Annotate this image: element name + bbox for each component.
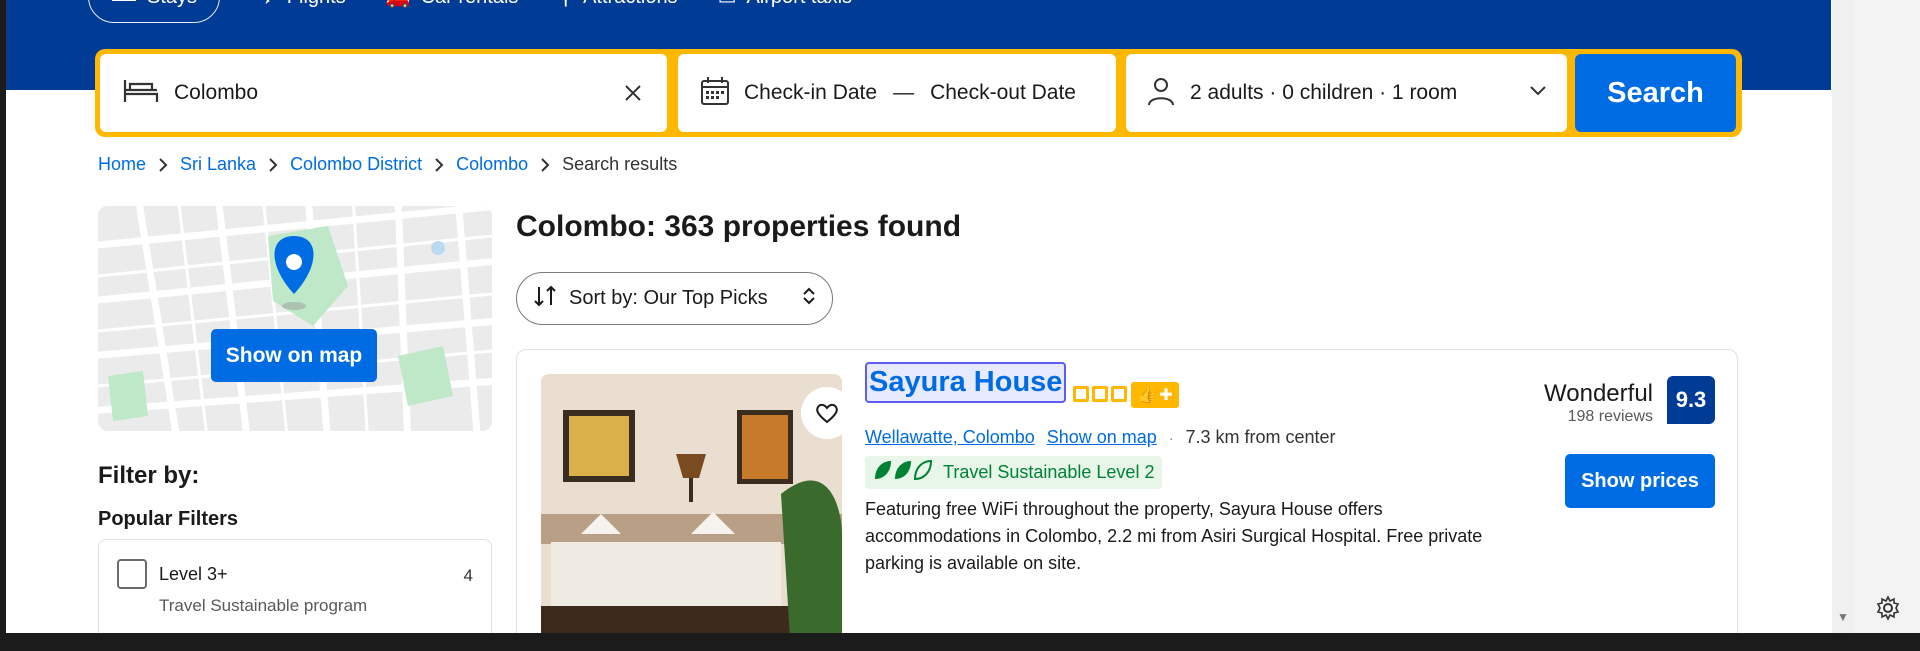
breadcrumb-home[interactable]: Home bbox=[98, 154, 146, 175]
star-rating bbox=[1073, 386, 1127, 402]
review-count[interactable]: 198 reviews bbox=[1568, 408, 1653, 426]
map-preview[interactable]: Show on map bbox=[98, 206, 492, 431]
nav-item-label: Airport taxis bbox=[746, 0, 852, 9]
plus-icon: ✚ bbox=[1159, 387, 1173, 404]
filter-heading: Filter by: bbox=[98, 462, 200, 489]
star-icon bbox=[1073, 386, 1089, 402]
leaf-icon bbox=[873, 459, 933, 486]
star-icon bbox=[1092, 386, 1108, 402]
filter-count: 4 bbox=[463, 566, 473, 585]
checkin-date[interactable]: Check-in Date bbox=[744, 81, 877, 105]
sort-arrows-icon bbox=[533, 285, 557, 313]
show-prices-button[interactable]: Show prices bbox=[1565, 454, 1715, 508]
search-bar: Colombo Check-in Date — Check-out Date 2… bbox=[95, 49, 1742, 137]
chevron-right-icon bbox=[268, 157, 278, 172]
calendar-icon bbox=[700, 76, 730, 111]
location-link[interactable]: Wellawatte, Colombo bbox=[865, 427, 1035, 448]
show-on-map-link[interactable]: Show on map bbox=[1047, 427, 1157, 448]
property-photo[interactable] bbox=[541, 374, 842, 651]
filter-checkbox[interactable] bbox=[117, 559, 147, 589]
bed-icon bbox=[122, 76, 160, 111]
bed-icon bbox=[111, 0, 137, 10]
chevron-right-icon bbox=[434, 157, 444, 172]
nav-item-label: Car rentals bbox=[421, 0, 519, 9]
property-name-link[interactable]: Sayura House bbox=[865, 362, 1067, 403]
nav-item-airport-taxis[interactable]: ▭ Airport taxis bbox=[718, 0, 853, 10]
popular-filters-heading: Popular Filters bbox=[98, 508, 239, 530]
room-illustration bbox=[541, 374, 842, 651]
breadcrumb: Home Sri Lanka Colombo District Colombo … bbox=[98, 154, 677, 175]
thumbs-up-icon: 👍 bbox=[1137, 387, 1158, 404]
nav-item-attractions[interactable]: ⚲ Attractions bbox=[558, 0, 677, 10]
date-field[interactable]: Check-in Date — Check-out Date bbox=[678, 54, 1116, 132]
show-on-map-button[interactable]: Show on map bbox=[211, 329, 377, 382]
breadcrumb-current: Search results bbox=[562, 154, 678, 174]
taxi-icon: ▭ bbox=[718, 0, 737, 10]
scroll-down-arrow-icon[interactable]: ▼ bbox=[1836, 610, 1850, 624]
date-range: Check-in Date — Check-out Date bbox=[744, 81, 1076, 105]
date-separator: — bbox=[893, 81, 915, 104]
preferred-partner-badge: 👍 ✚ bbox=[1131, 382, 1179, 408]
sort-dropdown[interactable]: Sort by: Our Top Picks bbox=[516, 272, 833, 325]
filter-sublabel: Travel Sustainable program bbox=[159, 596, 368, 615]
nav-item-flights[interactable]: ✈ Flights bbox=[260, 0, 346, 10]
clear-icon[interactable] bbox=[621, 81, 645, 105]
person-icon bbox=[1146, 76, 1176, 111]
chevron-right-icon bbox=[540, 157, 550, 172]
separator-dot: · bbox=[1168, 429, 1174, 446]
destination-value[interactable]: Colombo bbox=[174, 81, 621, 105]
nav-item-label: Flights bbox=[287, 0, 346, 9]
car-icon: 🚗 bbox=[386, 0, 411, 10]
occupancy-value: 2 adults · 0 children · 1 room bbox=[1190, 81, 1458, 104]
nav-item-label: Attractions bbox=[583, 0, 677, 9]
star-icon bbox=[1111, 386, 1127, 402]
rating-word: Wonderful bbox=[1544, 380, 1653, 407]
chevron-up-down-icon bbox=[802, 286, 816, 312]
results-title: Colombo: 363 properties found bbox=[516, 210, 962, 243]
location-row: Wellawatte, Colombo Show on map · 7.3 km… bbox=[865, 427, 1336, 448]
property-description: Featuring free WiFi throughout the prope… bbox=[865, 499, 1483, 573]
filter-label[interactable]: Level 3+ bbox=[159, 564, 228, 585]
review-score-badge: 9.3 bbox=[1667, 376, 1715, 424]
checkout-date[interactable]: Check-out Date bbox=[930, 81, 1076, 105]
map-illustration bbox=[98, 206, 492, 431]
occupancy-field[interactable]: 2 adults · 0 children · 1 room bbox=[1126, 54, 1567, 132]
plane-icon: ✈ bbox=[260, 0, 277, 10]
window-edge bbox=[0, 0, 6, 633]
property-card: Sayura House 👍 ✚ Wellawatte, Colombo Sho… bbox=[516, 349, 1738, 651]
sort-label: Sort by: Our Top Picks bbox=[569, 287, 768, 309]
sustainability-badge[interactable]: Travel Sustainable Level 2 bbox=[865, 456, 1163, 489]
search-button[interactable]: Search bbox=[1575, 54, 1736, 132]
product-nav: Stays ✈ Flights 🚗 Car rentals ⚲ Attracti… bbox=[88, 0, 852, 24]
distance-from-center: 7.3 km from center bbox=[1185, 427, 1336, 447]
taskbar-edge bbox=[0, 633, 1920, 651]
breadcrumb-country[interactable]: Sri Lanka bbox=[180, 154, 256, 175]
ferris-wheel-icon: ⚲ bbox=[558, 0, 573, 10]
destination-field[interactable]: Colombo bbox=[100, 54, 667, 132]
breadcrumb-district[interactable]: Colombo District bbox=[290, 154, 422, 175]
gear-icon[interactable] bbox=[1864, 591, 1912, 625]
chevron-down-icon bbox=[1529, 84, 1547, 102]
chevron-right-icon bbox=[158, 157, 168, 172]
sustainability-label: Travel Sustainable Level 2 bbox=[943, 462, 1155, 482]
nav-item-label: Stays bbox=[147, 0, 197, 9]
nav-item-stays[interactable]: Stays bbox=[88, 0, 221, 23]
vertical-scrollbar[interactable] bbox=[1832, 0, 1854, 633]
nav-item-car-rentals[interactable]: 🚗 Car rentals bbox=[386, 0, 519, 10]
breadcrumb-city[interactable]: Colombo bbox=[456, 154, 528, 175]
